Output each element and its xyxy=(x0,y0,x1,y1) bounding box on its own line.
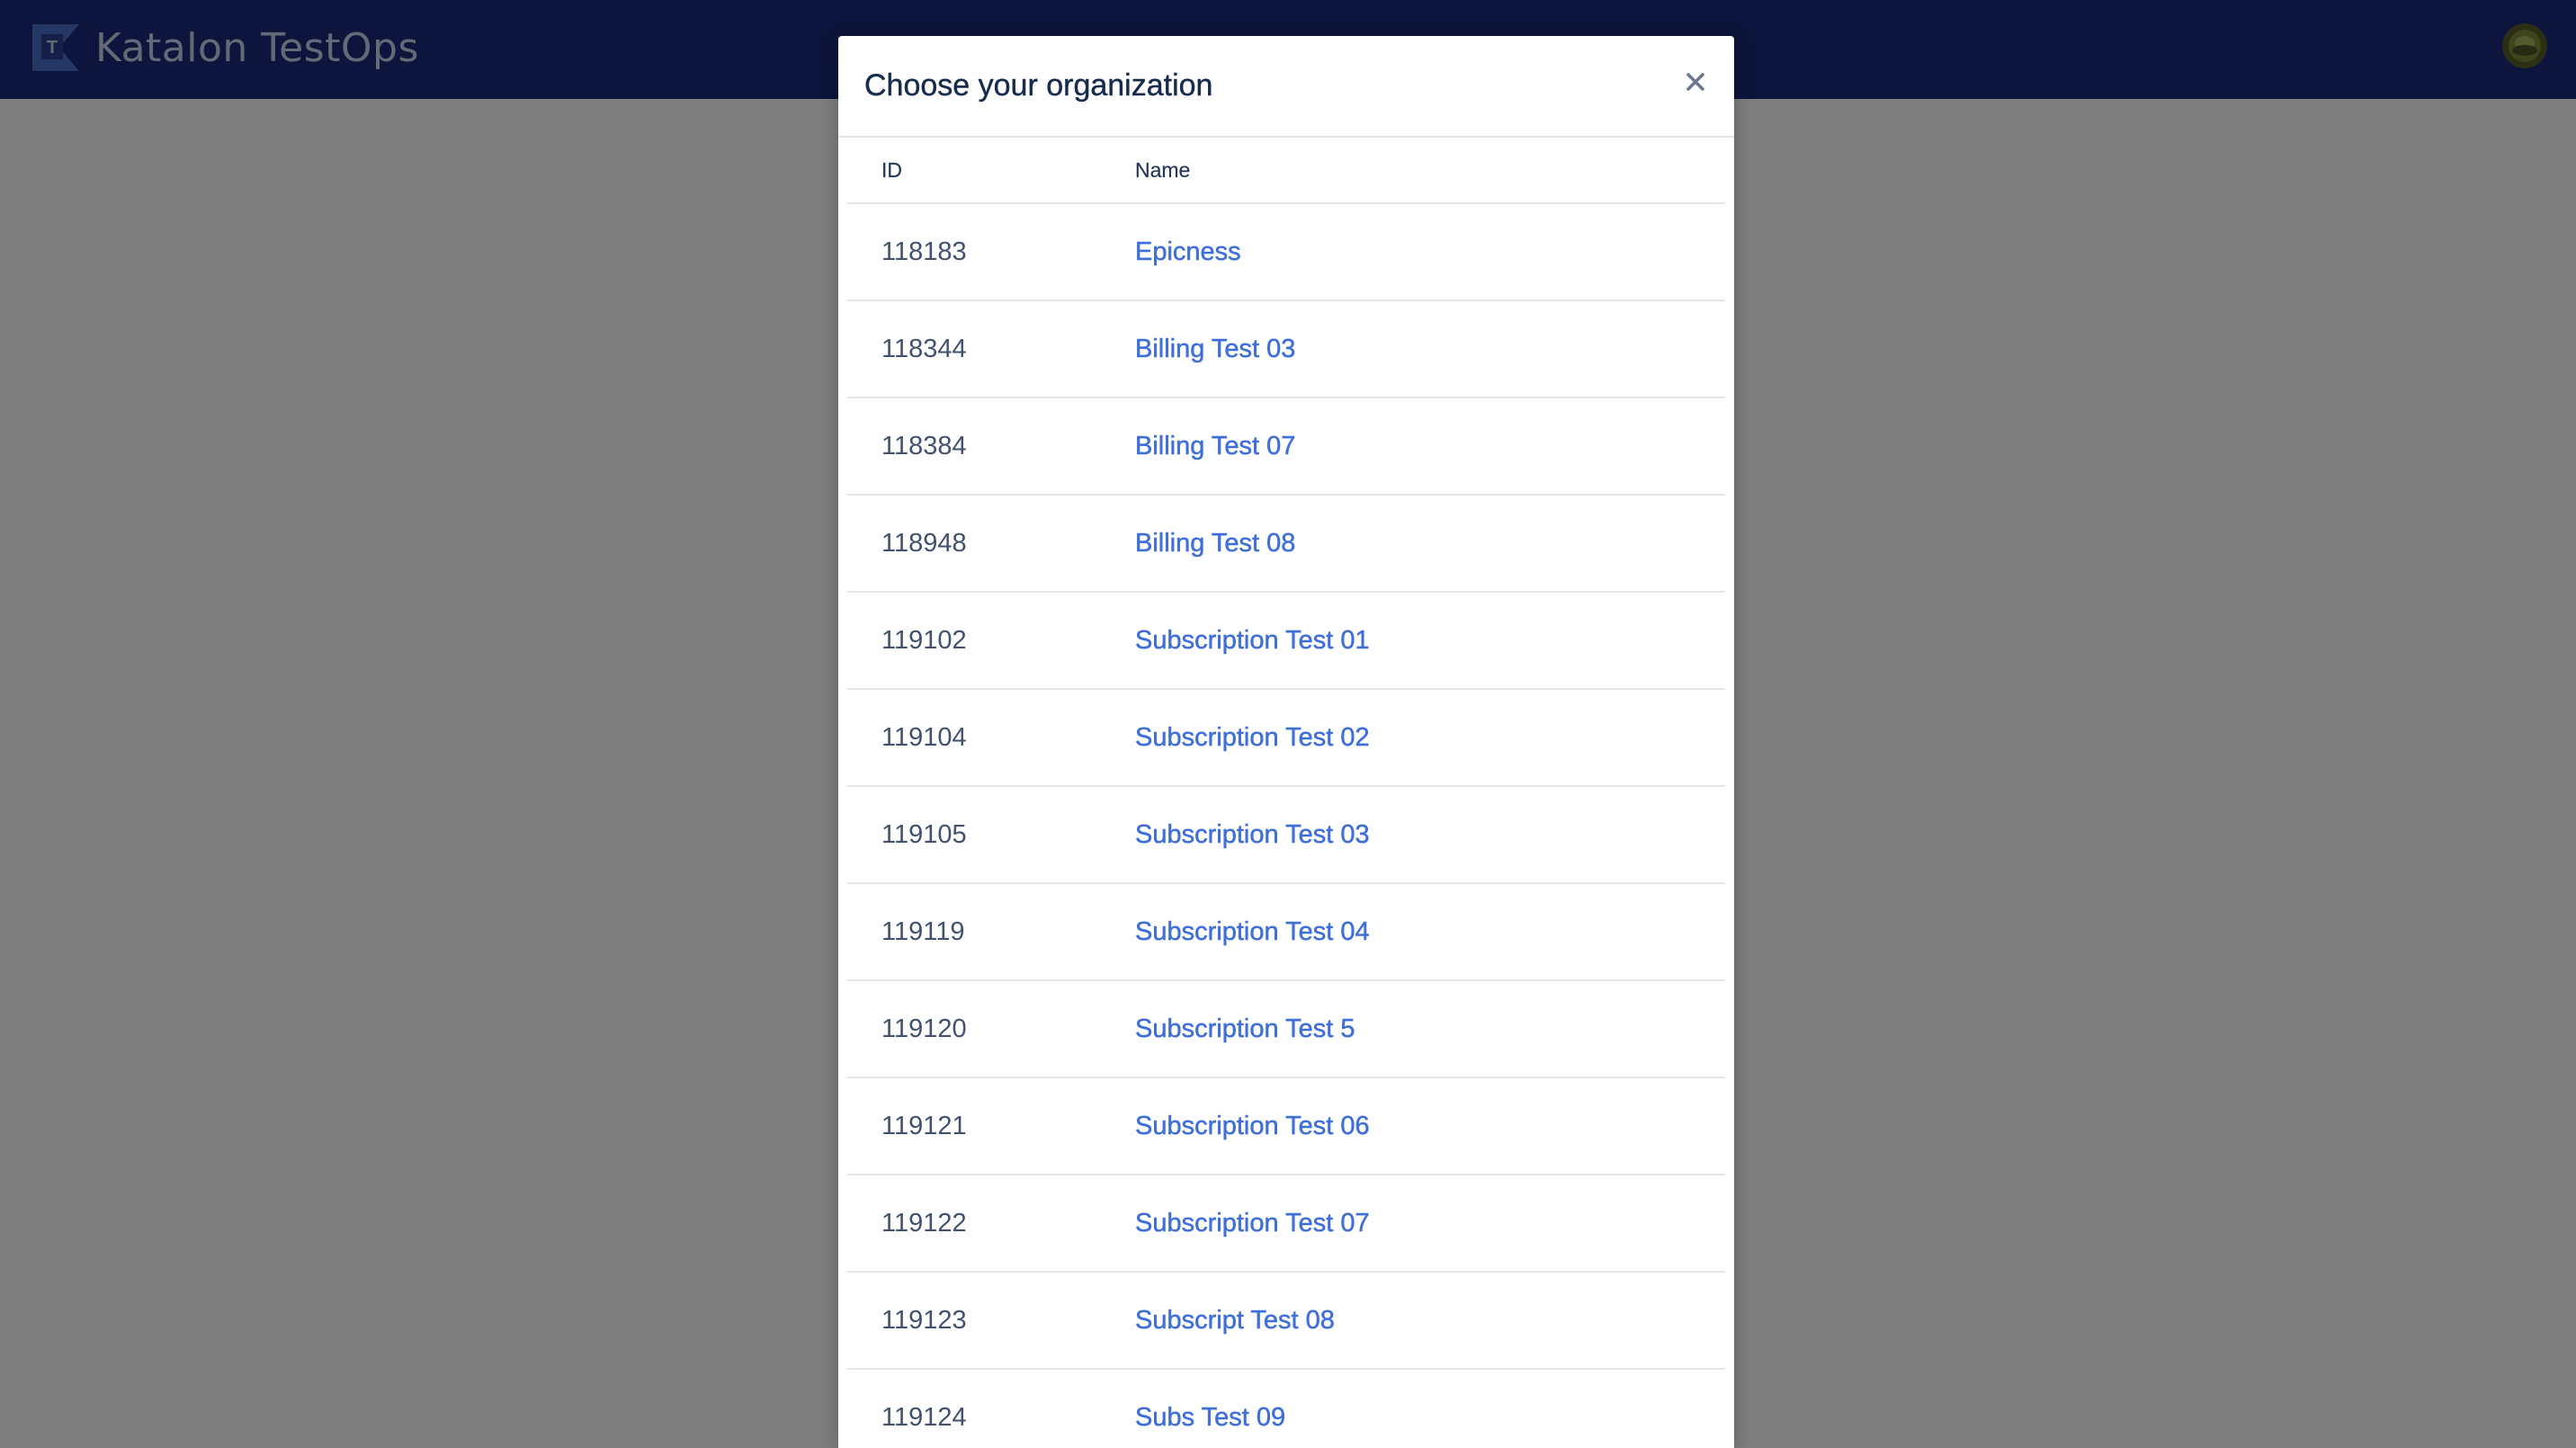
table-row: 119119 Subscription Test 04 xyxy=(847,884,1725,981)
organization-name-link[interactable]: Subscription Test 04 xyxy=(1135,884,1370,979)
table-row: 118183 Epicness xyxy=(847,204,1725,301)
organization-id: 119104 xyxy=(881,723,967,752)
table-row: 118344 Billing Test 03 xyxy=(847,301,1725,398)
table-row: 119120 Subscription Test 5 xyxy=(847,981,1725,1078)
table-row: 118384 Billing Test 07 xyxy=(847,398,1725,496)
table-row: 119104 Subscription Test 02 xyxy=(847,690,1725,787)
organization-id: 118344 xyxy=(881,335,967,363)
organization-name-link[interactable]: Subscription Test 03 xyxy=(1135,787,1370,882)
organization-id: 118384 xyxy=(881,432,967,460)
organization-name-link[interactable]: Billing Test 08 xyxy=(1135,496,1296,591)
organization-name-link[interactable]: Subscription Test 5 xyxy=(1135,981,1355,1077)
choose-organization-dialog: Choose your organization ID Name 118183 E… xyxy=(838,36,1734,1448)
organization-id: 119119 xyxy=(881,917,965,946)
table-row: 119102 Subscription Test 01 xyxy=(847,593,1725,690)
close-icon xyxy=(1686,73,1704,91)
table-row: 119124 Subs Test 09 xyxy=(847,1370,1725,1448)
organization-name-link[interactable]: Billing Test 03 xyxy=(1135,301,1296,397)
table-row: 118948 Billing Test 08 xyxy=(847,496,1725,593)
organization-id: 119121 xyxy=(881,1112,967,1140)
table-header: ID Name xyxy=(847,138,1725,204)
table-row: 119122 Subscription Test 07 xyxy=(847,1175,1725,1273)
organization-id: 119120 xyxy=(881,1014,967,1043)
dialog-header: Choose your organization xyxy=(838,36,1734,138)
close-button[interactable] xyxy=(1677,63,1714,101)
column-header-id: ID xyxy=(881,158,902,182)
table-body: 118183 Epicness 118344 Billing Test 03 11838… xyxy=(847,204,1725,1448)
organization-id: 118183 xyxy=(881,237,967,266)
organization-name-link[interactable]: Subscript Test 08 xyxy=(1135,1273,1335,1368)
organization-name-link[interactable]: Subscription Test 01 xyxy=(1135,593,1370,688)
organization-id: 119123 xyxy=(881,1306,967,1335)
column-header-name: Name xyxy=(1135,158,1191,182)
organization-name-link[interactable]: Subscription Test 02 xyxy=(1135,690,1370,785)
organization-id: 118948 xyxy=(881,529,967,558)
organization-name-link[interactable]: Epicness xyxy=(1135,204,1241,299)
table-row: 119105 Subscription Test 03 xyxy=(847,787,1725,884)
organization-name-link[interactable]: Billing Test 07 xyxy=(1135,398,1296,494)
organization-id: 119124 xyxy=(881,1403,967,1432)
organization-id: 119105 xyxy=(881,820,967,849)
organization-name-link[interactable]: Subs Test 09 xyxy=(1135,1370,1286,1448)
table-row: 119121 Subscription Test 06 xyxy=(847,1078,1725,1175)
organization-name-link[interactable]: Subscription Test 07 xyxy=(1135,1175,1370,1271)
organization-name-link[interactable]: Subscription Test 06 xyxy=(1135,1078,1370,1174)
page: T Katalon TestOps Choose your organizati… xyxy=(0,0,2576,1448)
table-row: 119123 Subscript Test 08 xyxy=(847,1273,1725,1370)
organization-table: ID Name 118183 Epicness 118344 Billing Test… xyxy=(847,138,1725,1448)
dialog-title: Choose your organization xyxy=(864,68,1213,103)
organization-id: 119122 xyxy=(881,1209,967,1238)
organization-id: 119102 xyxy=(881,626,967,655)
